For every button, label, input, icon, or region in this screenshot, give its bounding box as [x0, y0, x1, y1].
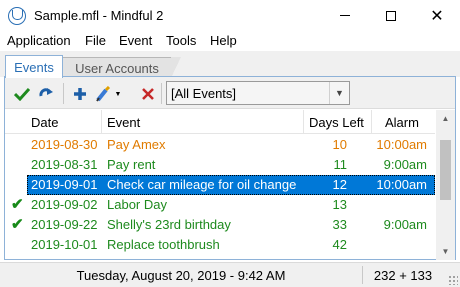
cell-days-left: 33 — [332, 217, 347, 232]
cell-alarm: 10:00am — [376, 177, 427, 192]
tab-strip: User Accounts Events — [0, 51, 460, 78]
menu-tools[interactable]: Tools — [166, 33, 196, 48]
cell-event: Shelly's 23rd birthday — [107, 217, 231, 232]
cell-date: 2019-09-22 — [31, 217, 98, 232]
cell-date: 2019-08-30 — [31, 137, 98, 152]
column-divider — [101, 110, 102, 134]
edit-event-button[interactable]: ▼ — [93, 83, 123, 105]
tab-user-accounts[interactable]: User Accounts — [62, 57, 181, 78]
cell-event: Check car mileage for oil change — [107, 177, 297, 192]
table-row[interactable]: ✔ 2019-09-02 Labor Day 13 — [5, 195, 435, 215]
title-bar: Sample.mfl - Mindful 2 ✕ — [0, 0, 460, 31]
column-date[interactable]: Date — [31, 115, 58, 130]
cell-date: 2019-08-31 — [31, 157, 98, 172]
toolbar-separator — [63, 83, 64, 104]
scroll-up-icon[interactable]: ▲ — [436, 110, 455, 127]
delete-event-button[interactable] — [137, 83, 159, 105]
maximize-icon — [386, 10, 396, 21]
minimize-button[interactable] — [322, 0, 368, 31]
toolbar-separator — [161, 83, 162, 104]
table-row[interactable]: 2019-10-01 Replace toothbrush 42 — [5, 235, 435, 255]
toolbar: ▼ [All Events] ▼ — [5, 77, 455, 109]
close-button[interactable]: ✕ — [414, 0, 460, 31]
cell-days-left: 13 — [332, 197, 347, 212]
chevron-down-icon: ▼ — [329, 82, 349, 104]
add-event-button[interactable] — [69, 83, 91, 105]
column-alarm[interactable]: Alarm — [385, 115, 419, 130]
cell-date: 2019-09-01 — [31, 177, 98, 192]
table-row[interactable]: ✔ 2019-09-22 Shelly's 23rd birthday 33 9:00a… — [5, 215, 435, 235]
mindful-logo-icon — [8, 7, 26, 25]
cell-days-left: 42 — [332, 237, 347, 252]
status-bar: Tuesday, August 20, 2019 - 9:42 AM 232 +… — [0, 262, 460, 287]
menu-event[interactable]: Event — [119, 33, 152, 48]
menu-file[interactable]: File — [85, 33, 106, 48]
column-days-left[interactable]: Days Left — [309, 115, 364, 130]
menu-application[interactable]: Application — [7, 33, 71, 48]
cell-alarm: 10:00am — [376, 137, 427, 152]
status-datetime: Tuesday, August 20, 2019 - 9:42 AM — [76, 267, 286, 283]
cell-days-left: 11 — [333, 157, 348, 172]
cell-days-left: 12 — [332, 177, 347, 192]
event-filter-select[interactable]: [All Events] ▼ — [166, 81, 350, 105]
table-header: Date Event Days Left Alarm — [5, 110, 435, 134]
cell-event: Replace toothbrush — [107, 237, 220, 252]
table-row[interactable]: 2019-08-31 Pay rent 11 9:00am — [5, 155, 435, 175]
event-filter-value: [All Events] — [171, 86, 237, 101]
maximize-button[interactable] — [368, 0, 414, 31]
table-row[interactable]: 2019-08-30 Pay Amex 10 10:00am — [5, 135, 435, 155]
refresh-icon — [39, 88, 53, 97]
cell-alarm: 9:00am — [383, 217, 427, 232]
complete-button[interactable] — [11, 83, 33, 105]
vertical-scrollbar[interactable]: ▲ ▼ — [436, 110, 455, 260]
cell-alarm: 9:00am — [383, 157, 427, 172]
completed-check-icon: ✔ — [11, 196, 24, 213]
window-title: Sample.mfl - Mindful 2 — [34, 8, 164, 23]
check-icon — [14, 87, 30, 101]
minimize-icon — [340, 15, 350, 16]
cell-days-left: 10 — [332, 137, 347, 152]
cell-date: 2019-09-02 — [31, 197, 98, 212]
column-event[interactable]: Event — [107, 115, 140, 130]
cell-event: Pay rent — [107, 157, 156, 172]
chevron-down-icon: ▼ — [114, 90, 122, 98]
menu-bar: Application File Event Tools Help — [0, 31, 460, 51]
status-count: 232 + 133 — [373, 267, 433, 283]
tab-events[interactable]: Events — [5, 55, 63, 78]
refresh-button[interactable] — [35, 83, 57, 105]
events-table: 2019-08-30 Pay Amex 10 10:00am 2019-08-31 Pay… — [5, 135, 435, 259]
scroll-down-icon[interactable]: ▼ — [436, 243, 455, 260]
events-pane: ▼ [All Events] ▼ Date Event Days Left Al… — [4, 76, 456, 260]
menu-help[interactable]: Help — [210, 33, 237, 48]
scroll-thumb[interactable] — [440, 140, 451, 200]
cell-event: Labor Day — [107, 197, 167, 212]
cell-event: Pay Amex — [107, 137, 166, 152]
edit-icon — [95, 86, 110, 102]
delete-icon — [142, 88, 154, 100]
column-divider — [303, 110, 304, 134]
table-row[interactable]: 2019-09-01 Check car mileage for oil chan… — [27, 175, 435, 195]
completed-check-icon: ✔ — [11, 216, 24, 233]
close-icon: ✕ — [430, 7, 444, 25]
cell-date: 2019-10-01 — [31, 237, 98, 252]
add-icon — [74, 88, 86, 100]
resize-grip-icon[interactable] — [448, 275, 458, 285]
column-divider — [371, 110, 372, 134]
